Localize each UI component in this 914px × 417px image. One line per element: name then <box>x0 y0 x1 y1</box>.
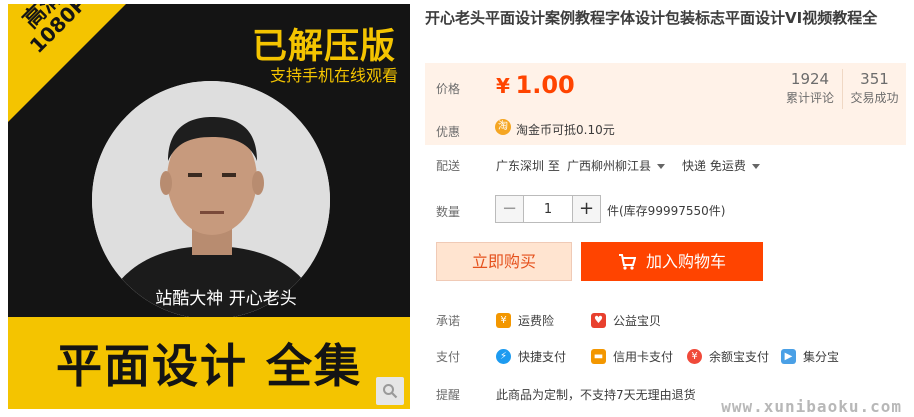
jifenbao-icon: ▶ <box>781 349 796 364</box>
freight-insurance-icon: ¥ <box>496 313 511 328</box>
review-count-label: 累计评论 <box>785 91 834 105</box>
coin-discount-text: 淘金币可抵0.10元 <box>516 123 615 137</box>
price-value: ¥ 1.00 <box>496 71 575 99</box>
quantity-label: 数量 <box>436 205 461 219</box>
ship-from: 广东深圳 至 <box>496 159 560 173</box>
jifenbao-text: 集分宝 <box>803 350 840 364</box>
deal-count-label: 交易成功 <box>850 91 899 105</box>
decrease-button[interactable]: − <box>496 196 523 222</box>
chevron-down-icon <box>657 164 666 169</box>
review-count-number: 1924 <box>790 70 830 88</box>
credit-card-item[interactable]: ▬ 信用卡支付 <box>591 348 673 365</box>
freight-insurance-text: 运费险 <box>518 314 555 328</box>
remind-label: 提醒 <box>436 388 461 402</box>
quantity-input[interactable] <box>523 196 573 222</box>
add-to-cart-label: 加入购物车 <box>645 252 726 271</box>
yuebao-text: 余额宝支付 <box>709 350 770 364</box>
band-title: 平面设计 全集 <box>55 339 362 393</box>
product-title: 开心老头平面设计案例教程字体设计包装标志平面设计VI视频教程全 <box>425 9 878 27</box>
watermark: www.xunibaoku.com <box>721 397 902 416</box>
charity-item[interactable]: ♥ 公益宝贝 <box>591 312 661 329</box>
author-caption: 站酷大神 开心老头 <box>155 289 297 309</box>
buy-now-button[interactable]: 立即购买 <box>436 242 572 281</box>
price-label: 价格 <box>436 82 461 96</box>
ship-to-selector[interactable]: 广西柳州柳江县 <box>567 157 666 174</box>
add-to-cart-button[interactable]: 加入购物车 <box>581 242 763 281</box>
deal-count: 351 交易成功 <box>842 69 906 109</box>
magnifier-icon[interactable] <box>376 377 404 405</box>
yuebao-item[interactable]: ¥ 余额宝支付 <box>687 348 769 365</box>
quantity-stepper: − + <box>495 195 601 223</box>
title-band: 平面设计 全集 <box>8 317 410 409</box>
quick-pay-icon: ⚡ <box>496 349 511 364</box>
ship-to-text: 广西柳州柳江县 <box>567 159 652 173</box>
price-box: 价格 ¥ 1.00 1924 累计评论 351 交易成功 优惠 淘 淘金币可抵0… <box>425 63 906 145</box>
quick-pay-item[interactable]: ⚡ 快捷支付 <box>496 348 566 365</box>
increase-button[interactable]: + <box>573 196 600 222</box>
cart-icon <box>618 254 637 270</box>
yuebao-icon: ¥ <box>687 349 702 364</box>
deal-count-number: 351 <box>860 70 889 88</box>
jifenbao-item[interactable]: ▶ 集分宝 <box>781 348 839 365</box>
taojinbi-coin-icon: 淘 <box>495 119 511 135</box>
promise-label: 承诺 <box>436 314 461 328</box>
ship-method-selector[interactable]: 快递 免运费 <box>682 157 760 174</box>
stock-text: 件(库存99997550件) <box>607 204 726 218</box>
price-number: 1.00 <box>515 71 575 99</box>
charity-heart-icon: ♥ <box>591 313 606 328</box>
quick-pay-text: 快捷支付 <box>518 350 567 364</box>
chevron-down-icon <box>751 164 760 169</box>
ship-method-text: 快递 免运费 <box>682 159 746 173</box>
shipping-label: 配送 <box>436 159 461 173</box>
freight-insurance-item[interactable]: ¥ 运费险 <box>496 312 554 329</box>
credit-card-icon: ▬ <box>591 349 606 364</box>
credit-card-text: 信用卡支付 <box>613 350 674 364</box>
payment-label: 支付 <box>436 350 461 364</box>
currency-symbol: ¥ <box>496 74 510 98</box>
product-image[interactable]: 高清 1080P 已解压版 支持手机在线观看 站酷大神 开心老头 平面设计 全集 <box>8 4 410 409</box>
review-count[interactable]: 1924 累计评论 <box>778 69 842 109</box>
charity-text: 公益宝贝 <box>613 314 662 328</box>
mobile-note: 支持手机在线观看 <box>269 66 398 85</box>
sales-stats: 1924 累计评论 351 交易成功 <box>778 69 906 109</box>
remind-text: 此商品为定制，不支持7天无理由退货 <box>496 388 696 402</box>
discount-label: 优惠 <box>436 125 461 139</box>
